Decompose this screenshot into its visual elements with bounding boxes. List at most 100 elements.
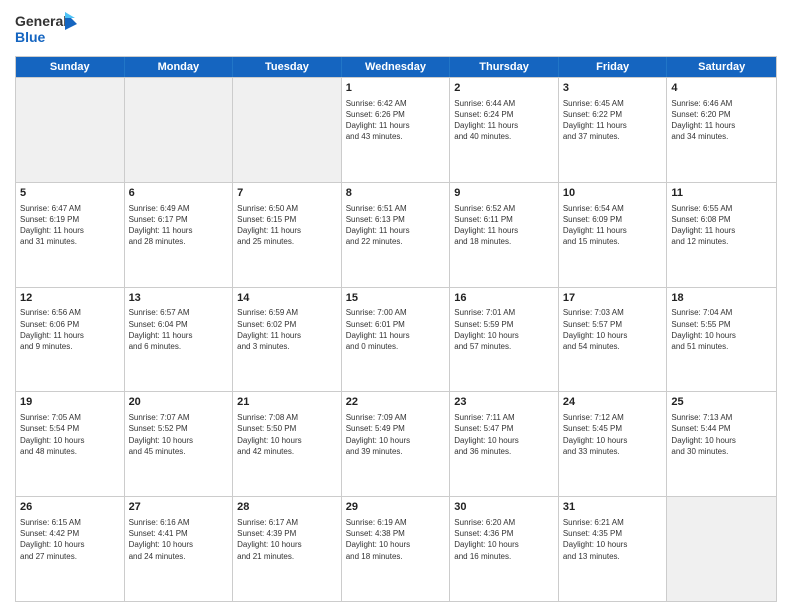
calendar-cell-8: 8 Sunrise: 6:51 AM Sunset: 6:13 PM Daylig… (342, 183, 451, 287)
day-info: Sunrise: 7:07 AM Sunset: 5:52 PM Dayligh… (129, 412, 229, 457)
day-info: Sunrise: 7:01 AM Sunset: 5:59 PM Dayligh… (454, 307, 554, 352)
day-number: 24 (563, 395, 663, 410)
svg-text:Blue: Blue (15, 29, 46, 45)
day-info: Sunrise: 6:46 AM Sunset: 6:20 PM Dayligh… (671, 98, 772, 143)
calendar-cell-empty-0-0 (16, 78, 125, 182)
day-info: Sunrise: 6:55 AM Sunset: 6:08 PM Dayligh… (671, 203, 772, 248)
calendar-cell-2: 2 Sunrise: 6:44 AM Sunset: 6:24 PM Daylig… (450, 78, 559, 182)
day-info: Sunrise: 6:52 AM Sunset: 6:11 PM Dayligh… (454, 203, 554, 248)
day-info: Sunrise: 6:47 AM Sunset: 6:19 PM Dayligh… (20, 203, 120, 248)
day-info: Sunrise: 6:45 AM Sunset: 6:22 PM Dayligh… (563, 98, 663, 143)
day-number: 20 (129, 395, 229, 410)
calendar-cell-11: 11 Sunrise: 6:55 AM Sunset: 6:08 PM Dayli… (667, 183, 776, 287)
day-info: Sunrise: 7:09 AM Sunset: 5:49 PM Dayligh… (346, 412, 446, 457)
header-day-monday: Monday (125, 57, 234, 77)
header-day-saturday: Saturday (667, 57, 776, 77)
svg-text:General: General (15, 13, 67, 29)
header: GeneralBlue (15, 10, 777, 50)
calendar-cell-30: 30Sunrise: 6:20 AM Sunset: 4:36 PM Dayli… (450, 497, 559, 601)
day-number: 27 (129, 500, 229, 515)
header-day-friday: Friday (559, 57, 668, 77)
calendar-cell-7: 7Sunrise: 6:50 AM Sunset: 6:15 PM Daylig… (233, 183, 342, 287)
day-number: 26 (20, 500, 120, 515)
day-number: 13 (129, 291, 229, 306)
day-info: Sunrise: 6:44 AM Sunset: 6:24 PM Dayligh… (454, 98, 554, 143)
calendar-cell-17: 17Sunrise: 7:03 AM Sunset: 5:57 PM Dayli… (559, 288, 668, 392)
calendar-cell-20: 20 Sunrise: 7:07 AM Sunset: 5:52 PM Dayli… (125, 392, 234, 496)
header-day-wednesday: Wednesday (342, 57, 451, 77)
day-info: Sunrise: 7:00 AM Sunset: 6:01 PM Dayligh… (346, 307, 446, 352)
calendar-row-4: 26 Sunrise: 6:15 AM Sunset: 4:42 PM Dayli… (16, 496, 776, 601)
calendar: SundayMondayTuesdayWednesdayThursdayFrid… (15, 56, 777, 602)
calendar-cell-24: 24Sunrise: 7:12 AM Sunset: 5:45 PM Dayli… (559, 392, 668, 496)
day-info: Sunrise: 6:19 AM Sunset: 4:38 PM Dayligh… (346, 517, 446, 562)
day-number: 14 (237, 291, 337, 306)
day-number: 9 (454, 186, 554, 201)
day-info: Sunrise: 7:05 AM Sunset: 5:54 PM Dayligh… (20, 412, 120, 457)
header-day-tuesday: Tuesday (233, 57, 342, 77)
calendar-cell-18: 18Sunrise: 7:04 AM Sunset: 5:55 PM Dayli… (667, 288, 776, 392)
calendar-cell-14: 14Sunrise: 6:59 AM Sunset: 6:02 PM Dayli… (233, 288, 342, 392)
calendar-cell-empty-0-1 (125, 78, 234, 182)
page: GeneralBlue SundayMondayTuesdayWednesday… (0, 0, 792, 612)
day-number: 17 (563, 291, 663, 306)
day-number: 1 (346, 81, 446, 96)
day-info: Sunrise: 6:15 AM Sunset: 4:42 PM Dayligh… (20, 517, 120, 562)
day-info: Sunrise: 7:04 AM Sunset: 5:55 PM Dayligh… (671, 307, 772, 352)
day-number: 3 (563, 81, 663, 96)
day-info: Sunrise: 6:57 AM Sunset: 6:04 PM Dayligh… (129, 307, 229, 352)
calendar-body: 1Sunrise: 6:42 AM Sunset: 6:26 PM Daylig… (16, 77, 776, 601)
day-info: Sunrise: 6:16 AM Sunset: 4:41 PM Dayligh… (129, 517, 229, 562)
day-number: 18 (671, 291, 772, 306)
day-number: 23 (454, 395, 554, 410)
day-info: Sunrise: 6:20 AM Sunset: 4:36 PM Dayligh… (454, 517, 554, 562)
calendar-cell-10: 10 Sunrise: 6:54 AM Sunset: 6:09 PM Dayli… (559, 183, 668, 287)
day-number: 2 (454, 81, 554, 96)
day-number: 11 (671, 186, 772, 201)
day-number: 28 (237, 500, 337, 515)
day-number: 12 (20, 291, 120, 306)
calendar-cell-1: 1Sunrise: 6:42 AM Sunset: 6:26 PM Daylig… (342, 78, 451, 182)
calendar-cell-6: 6 Sunrise: 6:49 AM Sunset: 6:17 PM Daylig… (125, 183, 234, 287)
calendar-cell-25: 25 Sunrise: 7:13 AM Sunset: 5:44 PM Dayli… (667, 392, 776, 496)
logo-svg: GeneralBlue (15, 10, 80, 50)
day-info: Sunrise: 6:51 AM Sunset: 6:13 PM Dayligh… (346, 203, 446, 248)
calendar-header: SundayMondayTuesdayWednesdayThursdayFrid… (16, 57, 776, 77)
calendar-cell-28: 28Sunrise: 6:17 AM Sunset: 4:39 PM Dayli… (233, 497, 342, 601)
calendar-cell-empty-0-2 (233, 78, 342, 182)
day-info: Sunrise: 6:49 AM Sunset: 6:17 PM Dayligh… (129, 203, 229, 248)
day-number: 5 (20, 186, 120, 201)
calendar-cell-26: 26 Sunrise: 6:15 AM Sunset: 4:42 PM Dayli… (16, 497, 125, 601)
day-number: 7 (237, 186, 337, 201)
day-number: 10 (563, 186, 663, 201)
calendar-cell-13: 13Sunrise: 6:57 AM Sunset: 6:04 PM Dayli… (125, 288, 234, 392)
day-info: Sunrise: 7:08 AM Sunset: 5:50 PM Dayligh… (237, 412, 337, 457)
day-number: 8 (346, 186, 446, 201)
day-number: 22 (346, 395, 446, 410)
day-info: Sunrise: 6:59 AM Sunset: 6:02 PM Dayligh… (237, 307, 337, 352)
day-number: 15 (346, 291, 446, 306)
day-info: Sunrise: 7:13 AM Sunset: 5:44 PM Dayligh… (671, 412, 772, 457)
day-number: 21 (237, 395, 337, 410)
calendar-cell-21: 21 Sunrise: 7:08 AM Sunset: 5:50 PM Dayli… (233, 392, 342, 496)
calendar-cell-27: 27 Sunrise: 6:16 AM Sunset: 4:41 PM Dayli… (125, 497, 234, 601)
calendar-cell-15: 15Sunrise: 7:00 AM Sunset: 6:01 PM Dayli… (342, 288, 451, 392)
day-number: 25 (671, 395, 772, 410)
day-number: 19 (20, 395, 120, 410)
day-number: 6 (129, 186, 229, 201)
calendar-cell-5: 5 Sunrise: 6:47 AM Sunset: 6:19 PM Daylig… (16, 183, 125, 287)
calendar-row-1: 5 Sunrise: 6:47 AM Sunset: 6:19 PM Daylig… (16, 182, 776, 287)
day-info: Sunrise: 6:21 AM Sunset: 4:35 PM Dayligh… (563, 517, 663, 562)
day-info: Sunrise: 6:54 AM Sunset: 6:09 PM Dayligh… (563, 203, 663, 248)
day-number: 31 (563, 500, 663, 515)
calendar-cell-3: 3 Sunrise: 6:45 AM Sunset: 6:22 PM Daylig… (559, 78, 668, 182)
calendar-cell-16: 16Sunrise: 7:01 AM Sunset: 5:59 PM Dayli… (450, 288, 559, 392)
logo: GeneralBlue (15, 10, 80, 50)
calendar-cell-22: 22 Sunrise: 7:09 AM Sunset: 5:49 PM Dayli… (342, 392, 451, 496)
calendar-row-0: 1Sunrise: 6:42 AM Sunset: 6:26 PM Daylig… (16, 77, 776, 182)
day-info: Sunrise: 7:03 AM Sunset: 5:57 PM Dayligh… (563, 307, 663, 352)
day-info: Sunrise: 6:56 AM Sunset: 6:06 PM Dayligh… (20, 307, 120, 352)
calendar-cell-empty-4-6 (667, 497, 776, 601)
calendar-cell-12: 12Sunrise: 6:56 AM Sunset: 6:06 PM Dayli… (16, 288, 125, 392)
calendar-cell-31: 31 Sunrise: 6:21 AM Sunset: 4:35 PM Dayli… (559, 497, 668, 601)
